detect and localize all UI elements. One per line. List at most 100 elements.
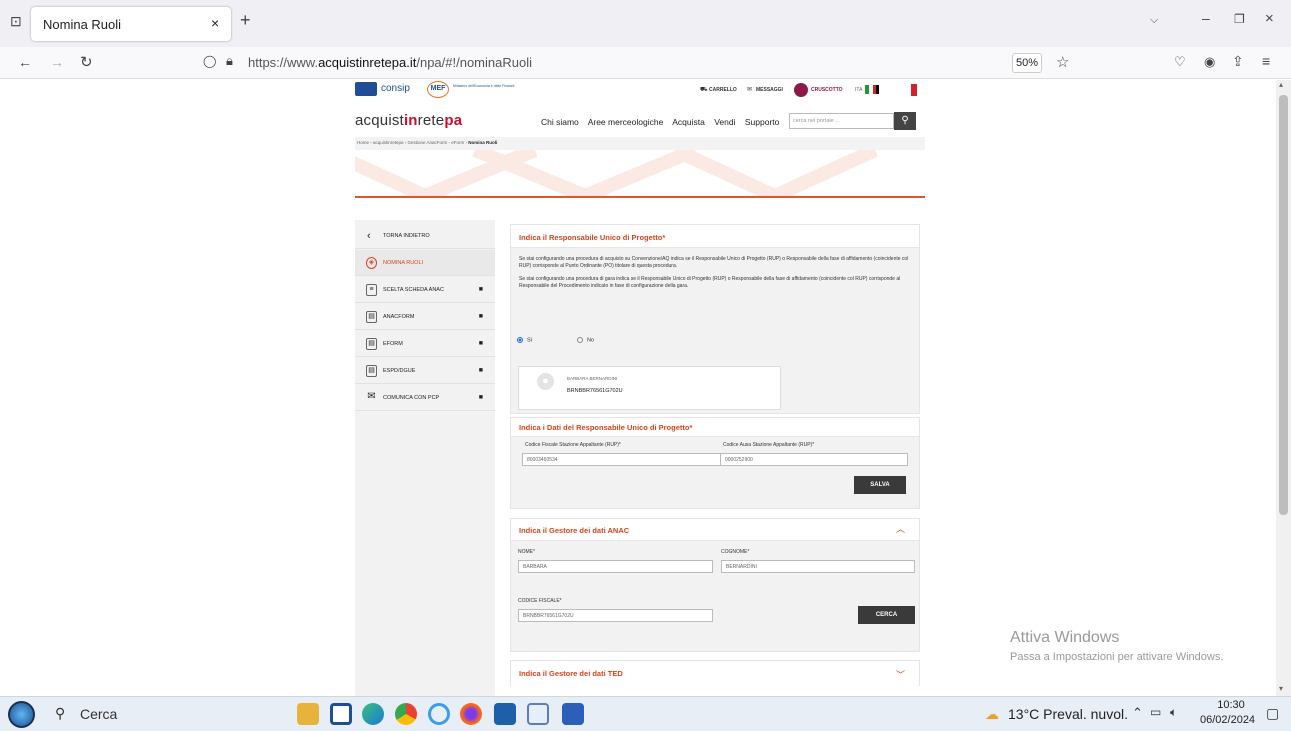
new-tab-button[interactable]: + [240, 10, 251, 31]
search-icon[interactable]: ⚲ [55, 705, 65, 722]
anac-title: Indica il Gestore dei dati ANAC [511, 519, 919, 541]
menu-icon[interactable]: ≡ [1262, 53, 1270, 69]
sidebar-item-comunica-con-pcp[interactable]: ✉ COMUNICA CON PCP ■ [355, 385, 495, 411]
weather-icon[interactable]: ☁ [985, 706, 999, 723]
radio-no-label: No [587, 337, 595, 344]
cart-link[interactable]: CARRELLO [709, 87, 737, 93]
ausa-input[interactable]: 0000252900 [720, 453, 908, 466]
notifications-icon[interactable]: ▢ [1266, 705, 1279, 722]
nome-input[interactable]: BARBARA [518, 560, 713, 573]
url-path: /npa/#!/nominaRuoli [416, 55, 532, 70]
cf-sa-label: Codice Fiscale Stazione Appaltante (RUP)… [525, 442, 621, 448]
site-search-input[interactable]: cerca nel portale ... [789, 113, 894, 129]
taskbar-search[interactable]: Cerca [80, 706, 117, 722]
mef-subtitle: Ministero dell'Economia e delle Finanze [453, 84, 515, 88]
edge-icon[interactable] [362, 703, 384, 725]
chevron-up-icon[interactable]: ︿ [896, 522, 905, 535]
brand-part-4: pa [444, 112, 463, 129]
internet-explorer-icon[interactable] [428, 703, 450, 725]
site-logo[interactable]: acquistinretepa [355, 112, 462, 129]
zoom-level[interactable]: 50% [1012, 53, 1042, 73]
cruscotto-link[interactable]: CRUSCOTTO [811, 87, 843, 93]
scroll-up-icon[interactable]: ▴ [1279, 80, 1283, 89]
firefox-icon[interactable] [460, 703, 482, 725]
anac-panel: Indica il Gestore dei dati ANAC ︿ NOME* … [510, 518, 920, 652]
rup-title: Indica il Responsabile Unico di Progetto… [511, 225, 919, 248]
messages-link[interactable]: MESSAGGI [756, 87, 783, 93]
back-icon[interactable]: ← [18, 54, 32, 70]
menu-supporto[interactable]: Supporto [745, 117, 780, 127]
navigation-bar: ← → ↻ ◯ 🔒︎ https://www.acquistinretepa.i… [0, 47, 1291, 79]
cf-input[interactable]: BRNBBR76561G702U [518, 609, 713, 622]
brand-part-3: rete [417, 112, 445, 129]
dashboard-icon[interactable] [794, 83, 808, 97]
sidebar-item-nomina-ruoli[interactable]: ◈ NOMINA RUOLI [355, 250, 495, 276]
volume-icon[interactable]: 🔈︎ [1170, 705, 1177, 720]
clock-time[interactable]: 10:30 [1206, 699, 1256, 711]
breadcrumb: Home › acquistinretepa › Gestione AnacFo… [355, 137, 925, 150]
ted-panel[interactable]: Indica il Gestore dei dati TED ﹀ [510, 660, 920, 686]
start-button[interactable] [8, 701, 35, 728]
forward-icon[interactable]: → [50, 54, 64, 70]
word-icon[interactable] [562, 703, 584, 725]
dt-app-icon[interactable] [527, 703, 549, 725]
radio-no[interactable]: No [577, 337, 594, 343]
sidebar-item-label: ESPD/DGUE [383, 368, 416, 374]
tab-nomina-ruoli[interactable]: Nomina Ruoli × [31, 7, 231, 41]
search-button[interactable]: CERCA [858, 606, 915, 624]
extensions-icon[interactable]: ⇪ [1232, 53, 1244, 70]
menu-acquista[interactable]: Acquista [672, 117, 705, 127]
mail-icon[interactable]: ✉ [747, 86, 752, 93]
chevron-up-icon[interactable]: ⌃ [1132, 705, 1143, 721]
bookmark-star-icon[interactable]: ☆ [1056, 53, 1069, 71]
radio-si[interactable]: Sì [517, 337, 532, 343]
chevron-down-icon[interactable]: ⌵ [1150, 14, 1158, 27]
language-label[interactable]: ITA [855, 87, 862, 93]
sidebar-item-eform[interactable]: ▤ EFORM ■ [355, 331, 495, 357]
shield-icon[interactable]: ◯ [203, 54, 216, 68]
rup-person-card[interactable]: ● BARBARA BERNARDINI BRNBBR76561G702U [518, 366, 781, 410]
network-icon[interactable]: ▭ [1150, 705, 1161, 719]
breadcrumb-path[interactable]: Home › acquistinretepa › Gestione AnacFo… [357, 140, 468, 145]
mail-icon[interactable] [330, 703, 352, 725]
menu-aree-merceologiche[interactable]: Aree merceologiche [588, 117, 664, 127]
rup-person-name: BARBARA BERNARDINI [567, 376, 618, 381]
sidebar-item-espd-dgue[interactable]: ▤ ESPD/DGUE ■ [355, 358, 495, 384]
tab-list-icon[interactable]: ⊡ [10, 13, 22, 30]
url-domain: acquistinretepa.it [318, 55, 417, 70]
chevron-down-icon: ﹀ [895, 670, 905, 680]
close-tab-icon[interactable]: × [211, 15, 219, 31]
minimize-icon[interactable]: – [1202, 10, 1210, 26]
chrome-icon[interactable] [395, 703, 417, 725]
flag-red-icon [911, 84, 917, 96]
lock-icon: ■ [478, 367, 483, 374]
menu-vendi[interactable]: Vendi [714, 117, 735, 127]
cf-sa-input[interactable]: 80003460534 [522, 453, 722, 466]
page-scrollbar[interactable]: ▴ ▾ [1276, 80, 1291, 696]
sidebar-back[interactable]: ‹ TORNA INDIETRO [355, 223, 495, 249]
site-search-button[interactable]: ⚲ [894, 112, 916, 130]
scroll-down-icon[interactable]: ▾ [1279, 684, 1283, 693]
pocket-icon[interactable]: ♡ [1174, 54, 1186, 70]
address-bar[interactable]: https://www.acquistinretepa.it/npa/#!/no… [248, 47, 532, 79]
save-button[interactable]: SALVA [854, 476, 906, 494]
brand-part-2: in [403, 112, 418, 129]
restore-icon[interactable]: ❐ [1234, 12, 1245, 26]
sidebar-item-anacform[interactable]: ▤ ANACFORM ■ [355, 304, 495, 330]
form-icon: ▤ [366, 365, 377, 377]
lock-icon[interactable]: 🔒︎ [226, 53, 233, 69]
menu-chi-siamo[interactable]: Chi siamo [541, 117, 579, 127]
clock-date[interactable]: 06/02/2024 [1200, 714, 1255, 726]
sidebar-item-label: NOMINA RUOLI [383, 260, 424, 266]
reload-icon[interactable]: ↻ [80, 53, 93, 71]
calculator-icon[interactable] [494, 703, 516, 725]
account-icon[interactable]: ◉ [1204, 54, 1215, 70]
sidebar-item-scelta-scheda-anac[interactable]: ≡ SCELTA SCHEDA ANAC ■ [355, 277, 495, 303]
cart-icon[interactable]: ⛟ [700, 86, 708, 94]
activation-watermark-text: Passa a Impostazioni per attivare Window… [1010, 651, 1224, 663]
cognome-input[interactable]: BERNARDINI [721, 560, 915, 573]
close-window-icon[interactable]: × [1265, 10, 1274, 27]
weather-text[interactable]: 13°C Preval. nuvol. [1008, 706, 1128, 722]
file-explorer-icon[interactable] [297, 703, 319, 725]
scrollbar-thumb[interactable] [1279, 95, 1288, 515]
